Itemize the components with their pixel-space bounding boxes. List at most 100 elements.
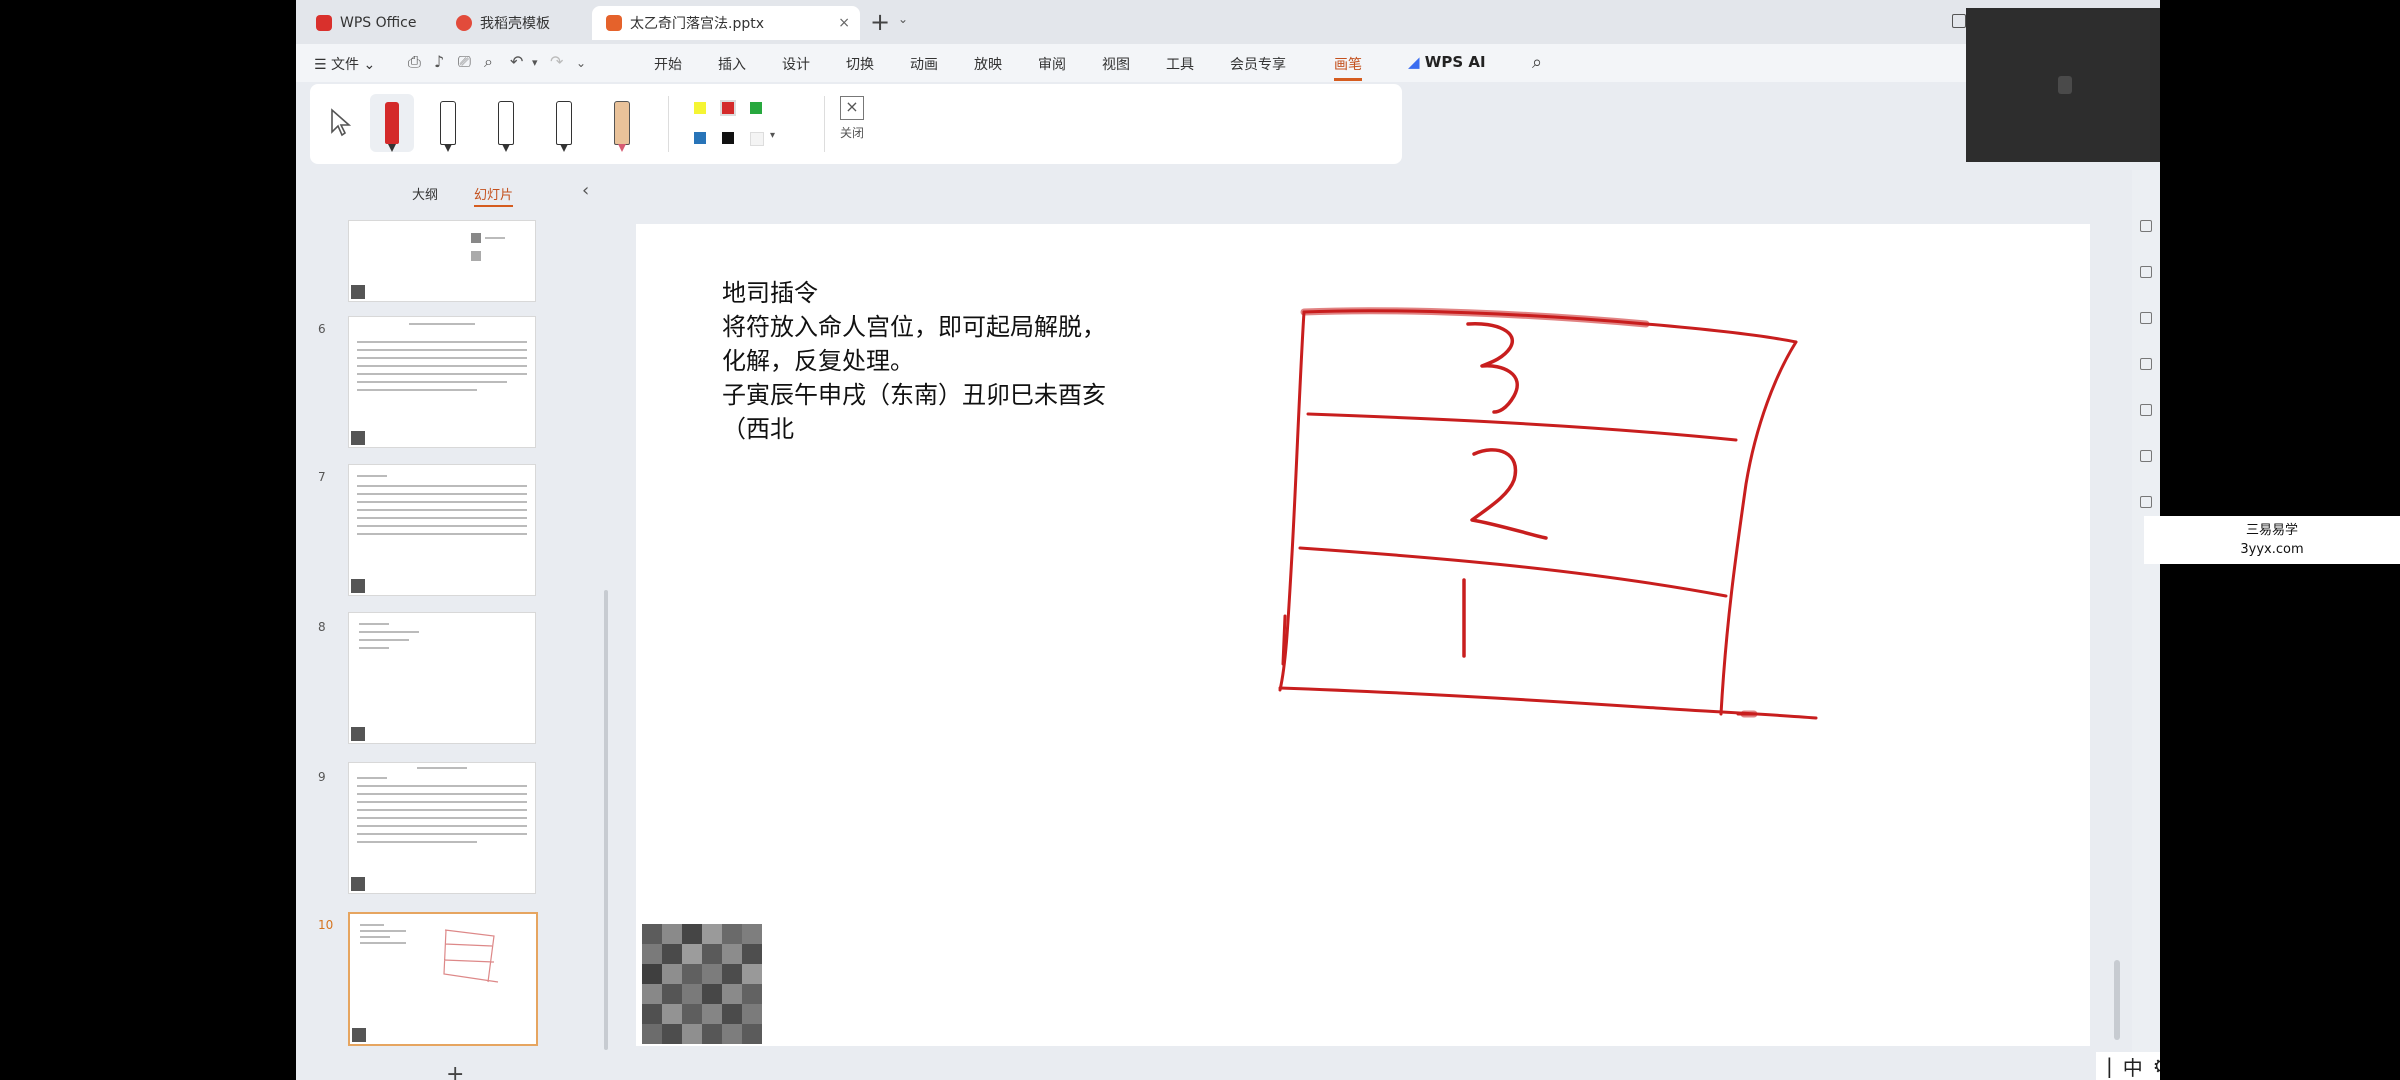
toolbar-divider [824,96,825,152]
slide-thumbnail-6[interactable] [348,316,536,448]
sidebar-tool-icon[interactable] [2140,404,2152,416]
marker-red-tool[interactable] [370,94,414,152]
slide-thumbnail-5[interactable] [348,220,536,302]
menu-transition[interactable]: 切换 [846,54,874,74]
menu-slideshow[interactable]: 放映 [974,54,1002,74]
sidebar-tool-icon[interactable] [2140,312,2152,324]
close-icon: × [840,96,864,120]
tab-outline[interactable]: 大纲 [412,184,438,203]
qr-code-icon [351,285,365,299]
tab-slides[interactable]: 幻灯片 [474,184,514,207]
file-menu[interactable]: ☰ 文件 ⌄ [314,54,375,74]
close-pen-button[interactable]: × 关闭 [832,96,872,141]
slide-thumbnail-8[interactable] [348,612,536,744]
sidebar-tool-icon[interactable] [2140,220,2152,232]
ai-spark-icon: ◢ [1408,53,1420,71]
tab-template[interactable]: 我稻壳模板 [442,6,608,40]
highlighter-icon [614,101,630,152]
wps-ai-button[interactable]: ◢ WPS AI [1408,53,1486,71]
menu-pen[interactable]: 画笔 [1334,54,1362,81]
sidebar-tool-icon[interactable] [2140,358,2152,370]
add-slide-button[interactable]: + [446,1062,464,1080]
close-icon[interactable]: × [838,15,850,31]
slide-number: 10 [318,918,334,932]
menu-bar: ☰ 文件 ⌄ ⎙ ♪ ⎚ ⌕ ↶ ▾ ↷ ⌄ 开始 插入 设计 切换 动画 放映… [296,44,2160,82]
color-yellow-swatch[interactable] [694,102,706,114]
text-cursor-icon: | [2106,1054,2113,1078]
slide-thumbnail-10[interactable] [348,912,538,1046]
highlighter-tool[interactable] [600,94,644,152]
undo-icon[interactable]: ↶ [510,52,523,71]
menu-home[interactable]: 开始 [654,54,682,74]
close-label: 关闭 [839,126,864,140]
pointer-tool[interactable] [318,94,362,152]
felt-pen-icon [498,101,514,152]
slide-canvas[interactable]: 地司插令 将符放入命人宫位，即可起局解脱， 化解，反复处理。 子寅辰午申戌（东南… [636,224,2090,1046]
export-icon[interactable]: ♪ [434,52,444,71]
blurred-qr-code [642,924,762,1044]
print-icon[interactable]: ⎚ [458,52,471,72]
sidebar-tool-icon[interactable] [2140,450,2152,462]
redo-icon[interactable]: ↷ [550,52,563,71]
window-restore-icon[interactable] [1952,14,1966,28]
collapse-panel-icon[interactable]: ‹ [582,180,589,201]
search-icon[interactable]: ⌕ [1532,52,1542,73]
ink-divider [1298,546,1728,598]
fountain-pen-tool[interactable] [542,94,586,152]
right-sidebar [2132,170,2160,1080]
sidebar-tool-icon[interactable] [2140,266,2152,278]
fountain-pen-icon [556,101,572,152]
menu-design[interactable]: 设计 [782,54,810,74]
color-blue-swatch[interactable] [694,132,706,144]
menu-animation[interactable]: 动画 [910,54,938,74]
tab-pptx-file[interactable]: 太乙奇门落宫法.pptx × [592,6,860,40]
menu-view[interactable]: 视图 [1102,54,1130,74]
ime-settings-icon: ⚙ [2153,1054,2160,1078]
watermark-url: 3yyx.com [2240,542,2304,557]
watermark-badge: 三易易学 3yyx.com [2144,516,2400,564]
chevron-down-icon[interactable]: ⌄ [898,12,908,26]
color-red-swatch[interactable] [720,100,736,116]
color-black-swatch[interactable] [722,132,734,144]
slide-scrollbar[interactable] [2114,960,2120,1040]
qr-code-icon [351,431,365,445]
undo-dropdown-icon[interactable]: ▾ [532,56,538,69]
menu-review[interactable]: 审阅 [1038,54,1066,74]
wps-logo-icon [316,15,332,31]
ink-mark [1281,614,1287,666]
menu-insert[interactable]: 插入 [718,54,746,74]
red-marker-icon [385,102,399,152]
ballpoint-pen-tool[interactable] [426,94,470,152]
tab-label: 我稻壳模板 [480,16,550,32]
slide-thumbnail-9[interactable] [348,762,536,894]
color-green-swatch[interactable] [750,102,762,114]
pen-toolbar: ▾ × 关闭 [310,84,1402,164]
handwritten-digit-3 [1466,322,1519,414]
sidebar-tool-icon[interactable] [2140,496,2152,508]
ime-indicator[interactable]: | 中 ⚙ [2096,1052,2160,1080]
watermark-title: 三易易学 [2245,523,2298,538]
ink-divider [1306,412,1738,442]
more-dropdown-icon[interactable]: ⌄ [576,56,586,70]
docer-logo-icon [456,15,472,31]
save-icon[interactable]: ⎙ [408,52,421,72]
preview-icon[interactable]: ⌕ [484,52,493,72]
felt-pen-tool[interactable] [484,94,528,152]
handwritten-digit-2 [1470,448,1548,540]
camera-overlay [1966,8,2160,162]
qr-code-icon [351,579,365,593]
tab-bar: WPS Office 我稻壳模板 太乙奇门落宫法.pptx × + ⌄ [296,0,2160,44]
slide-thumbnail-7[interactable] [348,464,536,596]
panel-scrollbar[interactable] [604,590,608,1050]
menu-tools[interactable]: 工具 [1166,54,1194,74]
menu-member[interactable]: 会员专享 [1230,54,1286,74]
tab-label: 太乙奇门落宫法.pptx [630,16,764,32]
new-tab-icon[interactable]: + [870,8,890,36]
qr-code-icon [351,877,365,891]
ime-mode-label: 中 [2122,1055,2143,1080]
color-more-swatch[interactable] [750,132,764,146]
color-dropdown-icon[interactable]: ▾ [770,130,775,141]
tab-wps-office[interactable]: WPS Office [302,6,462,40]
qr-code-icon [352,1028,366,1042]
arrow-cursor-icon [331,108,352,137]
